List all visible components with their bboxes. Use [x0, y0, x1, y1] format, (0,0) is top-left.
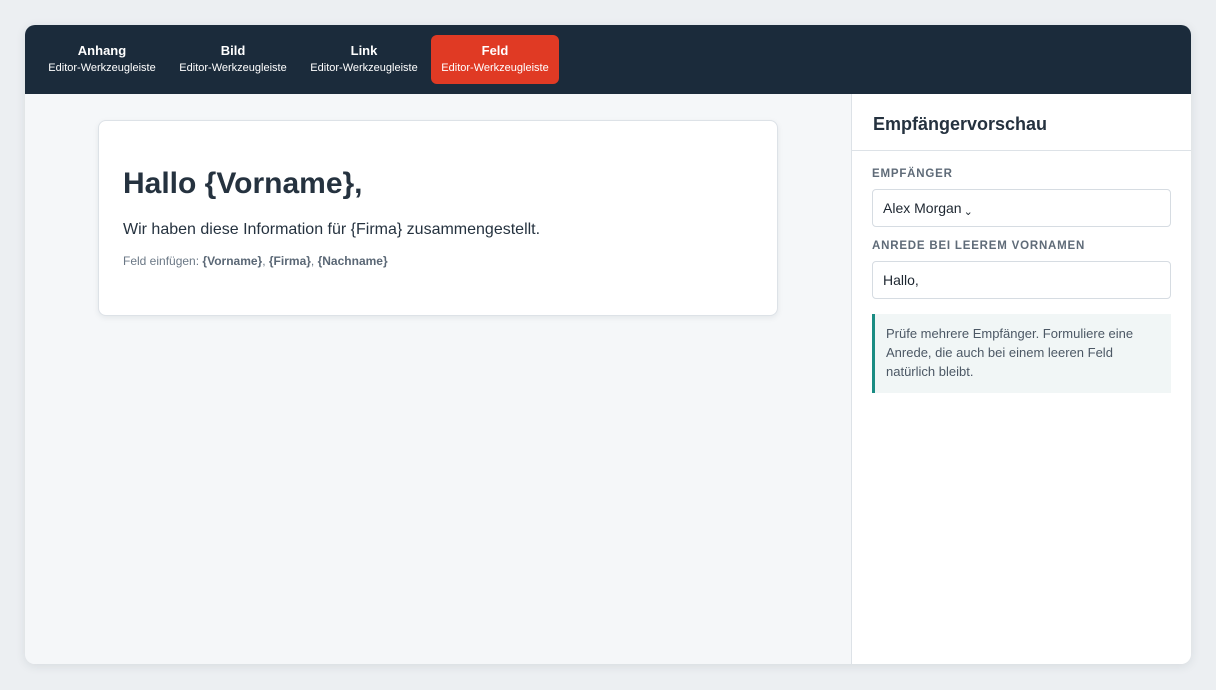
- tool-title: Anhang: [77, 43, 127, 58]
- tool-title: Feld: [481, 43, 509, 58]
- app-window: Anhang Editor-Werkzeugleiste Bild Editor…: [25, 25, 1191, 664]
- toolbar-button-anhang[interactable]: Anhang Editor-Werkzeugleiste: [38, 35, 166, 84]
- tool-title: Bild: [220, 43, 246, 58]
- insert-field-row: Feld einfügen: {Vorname}, {Firma}, {Nach…: [123, 254, 388, 268]
- insert-field-label: Feld einfügen:: [123, 254, 200, 268]
- tool-title: Link: [350, 43, 378, 58]
- recipient-label: EMPFÄNGER: [872, 168, 953, 180]
- chevron-down-icon: ⌄: [963, 205, 973, 218]
- editor-area: Hallo {Vorname}, Wir haben diese Informa…: [25, 94, 851, 664]
- tool-subtitle: Editor-Werkzeugleiste: [310, 62, 418, 74]
- email-greeting[interactable]: Hallo {Vorname},: [123, 165, 753, 203]
- toolbar-button-link[interactable]: Link Editor-Werkzeugleiste: [300, 35, 428, 84]
- recipient-preview-panel: Empfängervorschau EMPFÄNGER Alex Morgan …: [851, 94, 1191, 664]
- email-body-text[interactable]: Wir haben diese Information für {Firma} …: [123, 219, 753, 241]
- panel-body: EMPFÄNGER Alex Morgan ⌄ ANREDE BEI LEERE…: [852, 151, 1191, 393]
- main-content: Hallo {Vorname}, Wir haben diese Informa…: [25, 94, 1191, 664]
- token-nachname[interactable]: {Nachname}: [318, 254, 388, 268]
- token-firma[interactable]: {Firma}: [269, 254, 311, 268]
- email-editor-card[interactable]: Hallo {Vorname}, Wir haben diese Informa…: [98, 120, 778, 316]
- salutation-field[interactable]: [872, 261, 1171, 299]
- salutation-label: ANREDE BEI LEEREM VORNAMEN: [872, 240, 1086, 252]
- hint-box: Prüfe mehrere Empfänger. Formuliere eine…: [872, 314, 1171, 393]
- token-vorname[interactable]: {Vorname}: [202, 254, 262, 268]
- salutation-input[interactable]: [883, 272, 1160, 288]
- recipient-value: Alex Morgan: [883, 200, 962, 216]
- toolbar-button-bild[interactable]: Bild Editor-Werkzeugleiste: [169, 35, 297, 84]
- recipient-select[interactable]: Alex Morgan ⌄: [872, 189, 1171, 227]
- toolbar-button-feld[interactable]: Feld Editor-Werkzeugleiste: [431, 35, 559, 84]
- tool-subtitle: Editor-Werkzeugleiste: [441, 62, 549, 74]
- tool-subtitle: Editor-Werkzeugleiste: [48, 62, 156, 74]
- panel-title: Empfängervorschau: [873, 114, 1048, 134]
- editor-toolbar: Anhang Editor-Werkzeugleiste Bild Editor…: [25, 25, 1191, 94]
- tool-subtitle: Editor-Werkzeugleiste: [179, 62, 287, 74]
- panel-header: Empfängervorschau: [852, 94, 1191, 151]
